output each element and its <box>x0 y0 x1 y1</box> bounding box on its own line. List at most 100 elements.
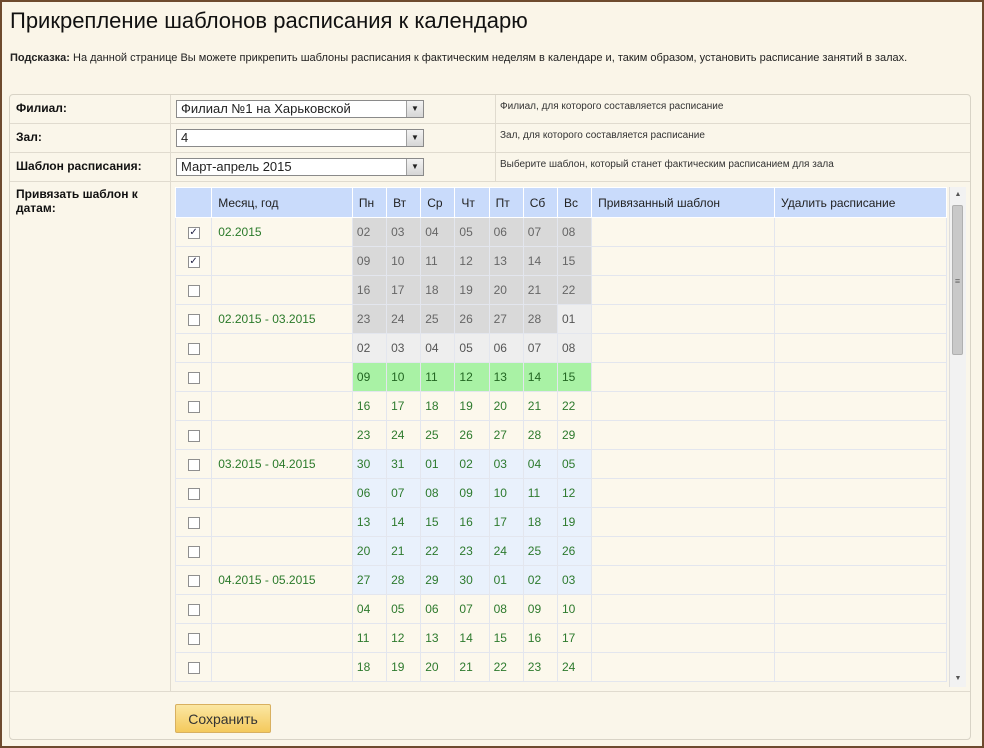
day-cell[interactable]: 14 <box>454 623 490 653</box>
row-checkbox[interactable] <box>187 603 200 616</box>
day-cell[interactable]: 21 <box>454 652 490 682</box>
day-cell[interactable]: 05 <box>386 594 422 624</box>
day-cell[interactable]: 06 <box>488 333 524 363</box>
day-cell[interactable]: 26 <box>556 536 593 566</box>
day-cell[interactable]: 27 <box>351 565 388 595</box>
day-cell[interactable]: 20 <box>488 391 524 421</box>
day-cell[interactable]: 29 <box>420 565 456 595</box>
row-checkbox[interactable] <box>187 371 200 384</box>
day-cell[interactable]: 13 <box>420 623 456 653</box>
branch-select[interactable]: Филиал №1 на Харьковской ▼ <box>176 100 424 118</box>
day-cell[interactable]: 16 <box>351 391 388 421</box>
day-cell[interactable]: 22 <box>488 652 524 682</box>
row-checkbox[interactable] <box>187 429 200 442</box>
scroll-down-icon[interactable]: ▼ <box>950 671 966 687</box>
day-cell[interactable]: 28 <box>386 565 422 595</box>
row-checkbox[interactable] <box>187 487 200 500</box>
day-cell[interactable]: 13 <box>488 362 524 392</box>
row-checkbox[interactable] <box>187 284 200 297</box>
day-cell[interactable]: 22 <box>556 391 593 421</box>
row-checkbox[interactable] <box>187 574 200 587</box>
day-cell[interactable]: 07 <box>522 217 558 247</box>
hall-select[interactable]: 4 ▼ <box>176 129 424 147</box>
day-cell[interactable]: 23 <box>351 420 388 450</box>
day-cell[interactable]: 18 <box>351 652 388 682</box>
day-cell[interactable]: 31 <box>386 449 422 479</box>
day-cell[interactable]: 21 <box>522 275 558 305</box>
day-cell[interactable]: 09 <box>351 362 388 392</box>
day-cell[interactable]: 12 <box>454 362 490 392</box>
day-cell[interactable]: 08 <box>556 333 593 363</box>
day-cell[interactable]: 23 <box>522 652 558 682</box>
day-cell[interactable]: 17 <box>556 623 593 653</box>
row-checkbox[interactable] <box>187 400 200 413</box>
day-cell[interactable]: 20 <box>488 275 524 305</box>
day-cell[interactable]: 11 <box>351 623 388 653</box>
day-cell[interactable]: 06 <box>351 478 388 508</box>
day-cell[interactable]: 23 <box>351 304 388 334</box>
day-cell[interactable]: 16 <box>454 507 490 537</box>
day-cell[interactable]: 30 <box>351 449 388 479</box>
day-cell[interactable]: 17 <box>488 507 524 537</box>
day-cell[interactable]: 25 <box>420 420 456 450</box>
row-checkbox[interactable]: ✓ <box>187 255 200 268</box>
row-checkbox[interactable] <box>187 458 200 471</box>
day-cell[interactable]: 02 <box>351 333 388 363</box>
day-cell[interactable]: 12 <box>386 623 422 653</box>
day-cell[interactable]: 05 <box>454 333 490 363</box>
day-cell[interactable]: 02 <box>351 217 388 247</box>
day-cell[interactable]: 17 <box>386 275 422 305</box>
day-cell[interactable]: 02 <box>522 565 558 595</box>
day-cell[interactable]: 03 <box>488 449 524 479</box>
day-cell[interactable]: 12 <box>556 478 593 508</box>
row-checkbox[interactable] <box>187 313 200 326</box>
day-cell[interactable]: 26 <box>454 420 490 450</box>
day-cell[interactable]: 29 <box>556 420 593 450</box>
day-cell[interactable]: 27 <box>488 304 524 334</box>
day-cell[interactable]: 09 <box>522 594 558 624</box>
day-cell[interactable]: 27 <box>488 420 524 450</box>
day-cell[interactable]: 03 <box>556 565 593 595</box>
day-cell[interactable]: 01 <box>488 565 524 595</box>
day-cell[interactable]: 07 <box>454 594 490 624</box>
day-cell[interactable]: 28 <box>522 304 558 334</box>
day-cell[interactable]: 10 <box>556 594 593 624</box>
day-cell[interactable]: 08 <box>488 594 524 624</box>
day-cell[interactable]: 25 <box>522 536 558 566</box>
day-cell[interactable]: 08 <box>556 217 593 247</box>
day-cell[interactable]: 06 <box>420 594 456 624</box>
day-cell[interactable]: 18 <box>420 275 456 305</box>
day-cell[interactable]: 06 <box>488 217 524 247</box>
day-cell[interactable]: 15 <box>556 362 593 392</box>
day-cell[interactable]: 23 <box>454 536 490 566</box>
day-cell[interactable]: 04 <box>522 449 558 479</box>
day-cell[interactable]: 14 <box>522 246 558 276</box>
day-cell[interactable]: 09 <box>454 478 490 508</box>
day-cell[interactable]: 03 <box>386 333 422 363</box>
day-cell[interactable]: 21 <box>522 391 558 421</box>
chevron-down-icon[interactable]: ▼ <box>406 101 423 117</box>
day-cell[interactable]: 19 <box>454 275 490 305</box>
day-cell[interactable]: 04 <box>351 594 388 624</box>
day-cell[interactable]: 19 <box>386 652 422 682</box>
day-cell[interactable]: 16 <box>522 623 558 653</box>
day-cell[interactable]: 09 <box>351 246 388 276</box>
day-cell[interactable]: 15 <box>420 507 456 537</box>
grid-scrollbar[interactable]: ▲ ≡ ▼ <box>949 187 966 687</box>
day-cell[interactable]: 10 <box>488 478 524 508</box>
day-cell[interactable]: 05 <box>454 217 490 247</box>
day-cell[interactable]: 04 <box>420 333 456 363</box>
day-cell[interactable]: 12 <box>454 246 490 276</box>
row-checkbox[interactable]: ✓ <box>187 226 200 239</box>
day-cell[interactable]: 10 <box>386 246 422 276</box>
row-checkbox[interactable] <box>187 516 200 529</box>
day-cell[interactable]: 28 <box>522 420 558 450</box>
day-cell[interactable]: 11 <box>420 362 456 392</box>
day-cell[interactable]: 20 <box>351 536 388 566</box>
day-cell[interactable]: 13 <box>488 246 524 276</box>
day-cell[interactable]: 07 <box>522 333 558 363</box>
day-cell[interactable]: 19 <box>454 391 490 421</box>
day-cell[interactable]: 15 <box>488 623 524 653</box>
day-cell[interactable]: 01 <box>556 304 593 334</box>
day-cell[interactable]: 18 <box>420 391 456 421</box>
